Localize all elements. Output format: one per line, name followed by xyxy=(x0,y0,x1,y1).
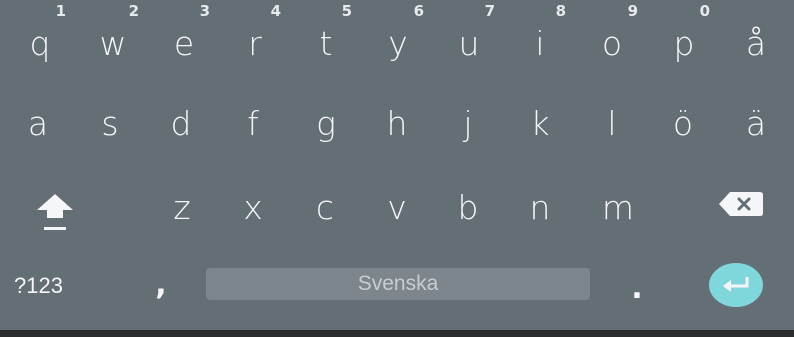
key-h[interactable]: h xyxy=(367,102,427,144)
key-g[interactable]: g xyxy=(296,102,356,144)
key-r[interactable]: 4r xyxy=(225,2,285,64)
key-label: p xyxy=(673,23,695,63)
key-d[interactable]: d xyxy=(151,102,211,144)
key-hint: 3 xyxy=(199,2,210,20)
key-t[interactable]: 5t xyxy=(296,2,356,64)
enter-button-circle xyxy=(709,263,763,307)
key-o-umlaut[interactable]: ö xyxy=(653,102,713,144)
key-hint: 5 xyxy=(341,2,352,20)
key-label: q xyxy=(29,23,51,63)
key-e[interactable]: 3e xyxy=(154,2,214,64)
key-label: r xyxy=(248,23,262,63)
navigation-bar-edge xyxy=(0,330,794,337)
key-label: u xyxy=(458,23,480,63)
key-b[interactable]: b xyxy=(438,186,498,228)
key-hint: 4 xyxy=(270,2,281,20)
key-label: o xyxy=(601,23,623,63)
key-hint: 6 xyxy=(413,2,424,20)
key-a-ring[interactable]: å xyxy=(726,22,786,64)
key-i[interactable]: 8i xyxy=(510,2,570,64)
key-c[interactable]: c xyxy=(295,186,355,228)
key-x[interactable]: x xyxy=(223,186,283,228)
key-n[interactable]: n xyxy=(510,186,570,228)
key-hint: 8 xyxy=(555,2,566,20)
key-label: w xyxy=(99,23,127,63)
key-a-umlaut[interactable]: ä xyxy=(726,102,786,144)
shift-icon xyxy=(37,194,73,230)
space-bar[interactable]: Svenska xyxy=(206,268,590,300)
comma-key[interactable]: , xyxy=(146,262,176,306)
period-key[interactable]: . xyxy=(622,270,652,306)
key-label: t xyxy=(319,23,333,63)
enter-icon xyxy=(723,277,749,292)
key-hint: 9 xyxy=(627,2,638,20)
key-z[interactable]: z xyxy=(152,186,212,228)
key-o[interactable]: 9o xyxy=(582,2,642,64)
key-s[interactable]: s xyxy=(80,102,140,144)
key-j[interactable]: j xyxy=(438,102,498,144)
key-a[interactable]: a xyxy=(8,102,68,144)
shift-key[interactable] xyxy=(24,186,86,238)
key-k[interactable]: k xyxy=(510,102,570,144)
backspace-icon xyxy=(719,192,763,216)
key-q[interactable]: 1q xyxy=(10,2,70,64)
key-m[interactable]: m xyxy=(588,186,648,228)
symbols-key[interactable]: ?123 xyxy=(14,268,104,304)
key-v[interactable]: v xyxy=(367,186,427,228)
key-u[interactable]: 7u xyxy=(439,2,499,64)
key-label: e xyxy=(173,23,195,63)
key-w[interactable]: 2w xyxy=(83,2,143,64)
backspace-key[interactable] xyxy=(712,186,770,222)
on-screen-keyboard: 1q 2w 3e 4r 5t 6y 7u 8i 9o 0p å a s d f … xyxy=(0,0,794,330)
key-y[interactable]: 6y xyxy=(368,2,428,64)
key-label: i xyxy=(535,23,545,63)
key-l[interactable]: l xyxy=(582,102,642,144)
key-label: y xyxy=(388,23,408,63)
key-hint: 2 xyxy=(128,2,139,20)
key-hint: 1 xyxy=(55,2,66,20)
enter-key[interactable] xyxy=(700,261,772,309)
key-f[interactable]: f xyxy=(223,102,283,144)
key-hint: 0 xyxy=(699,2,710,20)
key-p[interactable]: 0p xyxy=(654,2,714,64)
key-hint: 7 xyxy=(484,2,495,20)
key-label: å xyxy=(745,23,767,63)
